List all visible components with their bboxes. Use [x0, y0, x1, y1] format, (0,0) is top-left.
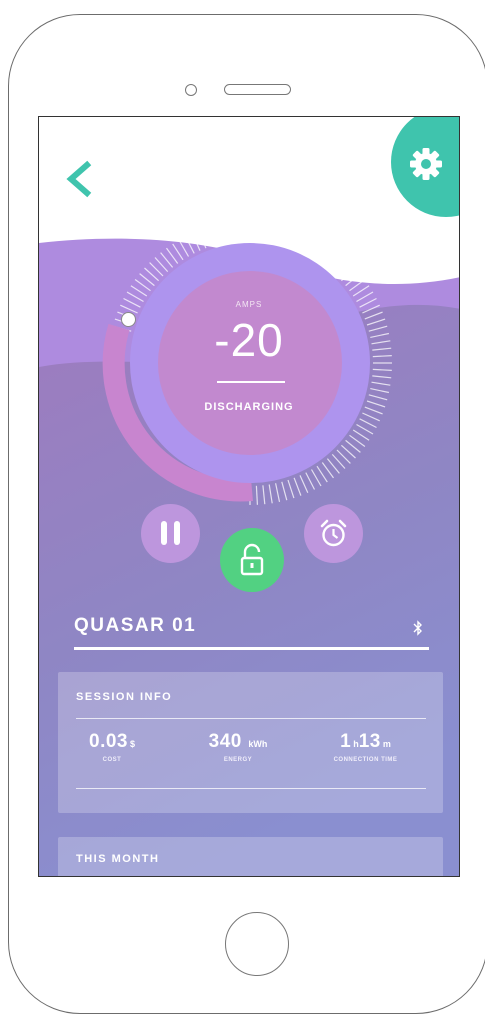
cost-caption: COST: [102, 757, 122, 763]
device-name-underline: [74, 647, 429, 650]
gauge-slider-handle[interactable]: [121, 312, 136, 327]
settings-gear-icon: [410, 148, 442, 180]
this-month-title: THIS MONTH: [76, 853, 160, 865]
pause-button[interactable]: [141, 504, 200, 563]
energy-stat: 340 kWh ENERGY: [183, 731, 293, 763]
front-camera: [185, 84, 197, 96]
session-info-divider-top: [76, 718, 426, 719]
earpiece-speaker: [224, 84, 291, 95]
cost-value: 0.03: [89, 731, 128, 752]
home-button[interactable]: [225, 912, 289, 976]
unlock-icon: [240, 543, 264, 576]
alarm-clock-icon: [320, 519, 347, 547]
schedule-alarm-button[interactable]: [304, 504, 363, 563]
this-month-card[interactable]: THIS MONTH: [58, 837, 443, 876]
amps-divider: [217, 381, 285, 383]
bluetooth-icon[interactable]: [413, 620, 423, 636]
amps-label: AMPS: [235, 300, 263, 309]
energy-unit: kWh: [248, 739, 268, 749]
charge-state-label: DISCHARGING: [204, 401, 294, 413]
connection-time-caption: CONNECTION TIME: [333, 757, 398, 763]
energy-caption: ENERGY: [223, 757, 253, 763]
connection-minutes-unit: m: [382, 739, 391, 749]
unlock-button[interactable]: [220, 528, 284, 592]
amps-value: -20: [214, 314, 284, 366]
back-icon: [66, 160, 92, 198]
session-info-title: SESSION INFO: [76, 691, 173, 703]
connection-hours: 1: [340, 731, 352, 752]
app-screen: AMPS -20 DISCHARGING QUASAR 01 SESSION I…: [38, 116, 460, 877]
device-name[interactable]: QUASAR 01: [74, 615, 196, 637]
connection-minutes: 13: [358, 731, 381, 752]
energy-value: 340: [208, 731, 242, 752]
cost-stat: 0.03 $ COST: [76, 731, 148, 763]
session-info-card: SESSION INFO 0.03 $ COST 340 kWh ENERGY 1…: [58, 672, 443, 813]
session-info-divider-bottom: [76, 788, 426, 789]
connection-time-stat: 1 h13 m CONNECTION TIME: [308, 731, 423, 763]
cost-unit: $: [129, 739, 135, 749]
back-button[interactable]: [61, 157, 97, 201]
